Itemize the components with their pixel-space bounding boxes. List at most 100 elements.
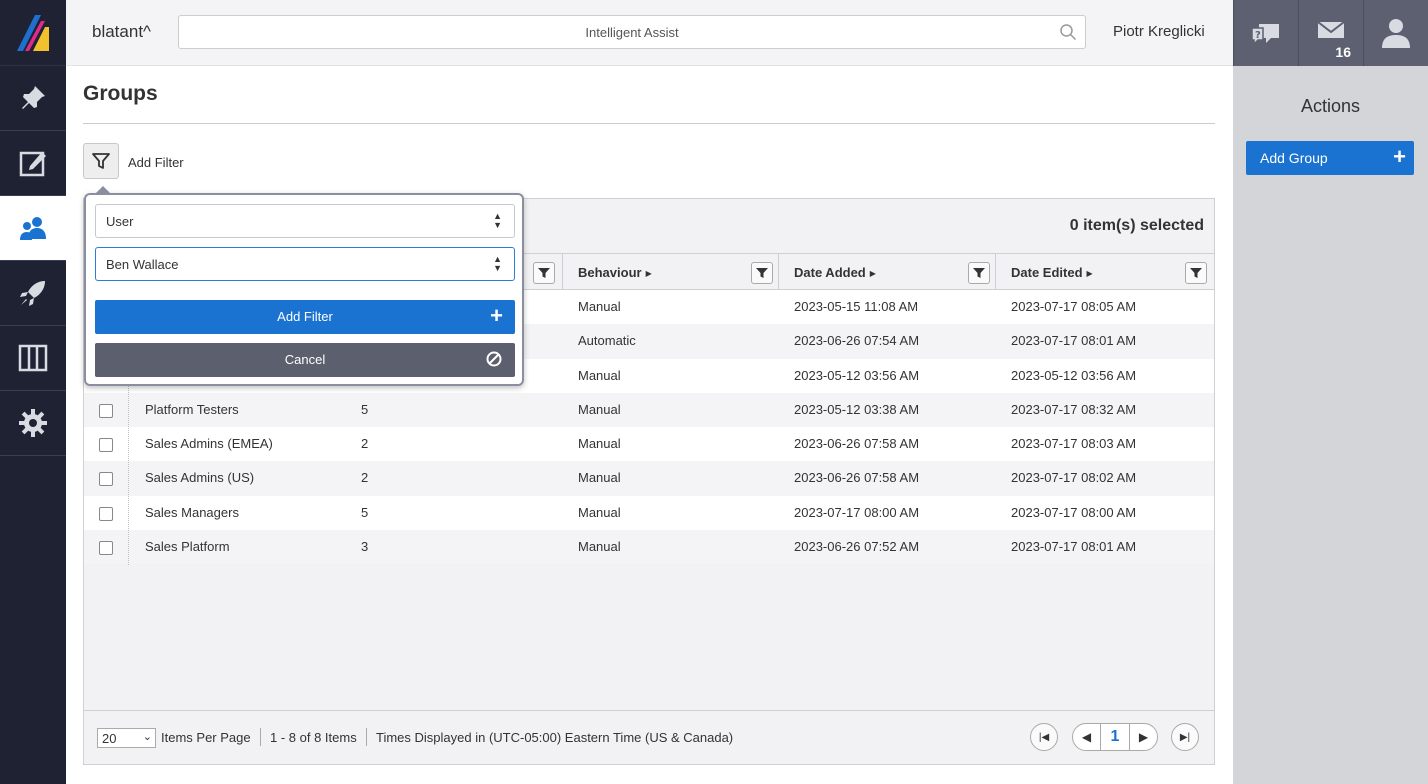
search-placeholder: Intelligent Assist	[585, 25, 679, 40]
member-count: 5	[361, 401, 369, 417]
popup-add-filter-label: Add Filter	[277, 309, 333, 324]
items-per-page-select[interactable]: 20 ⌄	[97, 728, 156, 748]
nav-groups[interactable]	[0, 196, 66, 261]
column-header-behaviour-label: Behaviour	[578, 265, 642, 280]
behaviour: Manual	[578, 539, 621, 555]
popup-add-filter-button[interactable]: Add Filter +	[95, 300, 515, 334]
date-edited: 2023-07-17 08:00 AM	[1011, 504, 1137, 520]
row-checkbox[interactable]	[99, 541, 113, 556]
table-row[interactable]: Sales Platform 3 Manual 2023-06-26 07:52 AM…	[84, 530, 1214, 565]
pin-icon	[22, 86, 45, 109]
date-edited-column-filter[interactable]	[1185, 262, 1207, 284]
date-edited: 2023-07-17 08:01 AM	[1011, 333, 1137, 349]
profile-button[interactable]	[1363, 0, 1428, 66]
logo-icon	[17, 14, 49, 51]
first-page-icon: |◀	[1038, 731, 1050, 743]
row-checkbox[interactable]	[99, 438, 113, 453]
table-row[interactable]: Sales Admins (EMEA) 2 Manual 2023-06-26 07:…	[84, 427, 1214, 462]
date-edited: 2023-07-17 08:32 AM	[1011, 401, 1137, 417]
add-filter-button[interactable]	[83, 143, 119, 179]
search-input[interactable]: Intelligent Assist	[178, 15, 1086, 49]
columns-icon	[18, 344, 48, 372]
nav-launch[interactable]	[0, 261, 66, 326]
row-checkbox[interactable]	[99, 506, 113, 521]
date-added-column-filter[interactable]	[968, 262, 990, 284]
nav-settings[interactable]	[0, 391, 66, 456]
filter-value-select[interactable]: Ben Wallace ▲ ▼	[95, 247, 515, 281]
filter-value-value: Ben Wallace	[106, 257, 179, 272]
add-group-button[interactable]: Add Group +	[1246, 141, 1414, 175]
app-logo[interactable]	[0, 0, 66, 66]
search-icon[interactable]	[1059, 23, 1077, 41]
date-added: 2023-06-26 07:52 AM	[794, 539, 920, 555]
gear-icon	[19, 409, 47, 437]
member-count: 2	[361, 470, 369, 486]
last-page-button[interactable]: ▶|	[1171, 723, 1199, 751]
date-edited: 2023-05-12 03:56 AM	[1011, 367, 1137, 383]
popup-cancel-button[interactable]: Cancel	[95, 343, 515, 377]
next-page-button[interactable]: ▶	[1129, 724, 1157, 750]
member-count: 3	[361, 539, 369, 555]
table-row[interactable]: Sales Managers 5 Manual 2023-07-17 08:00 AM…	[84, 495, 1214, 531]
actions-panel: Actions Add Group +	[1233, 66, 1428, 784]
brand-name: blatant^	[92, 22, 152, 41]
user-name[interactable]: Piotr Kreglicki	[1113, 23, 1205, 40]
messages-button[interactable]: 16	[1298, 0, 1363, 66]
footer-separator	[260, 728, 261, 746]
date-edited: 2023-07-17 08:01 AM	[1011, 539, 1137, 555]
nav-edit[interactable]	[0, 131, 66, 196]
grid-footer: 20 ⌄ Items Per Page 1 - 8 of 8 Items Tim…	[84, 710, 1214, 764]
help-chat-button[interactable]: ?	[1233, 0, 1298, 66]
filter-field-value: User	[106, 214, 134, 229]
group-name: Platform Testers	[145, 401, 239, 417]
behaviour: Manual	[578, 436, 621, 452]
members-column-filter[interactable]	[533, 262, 555, 284]
date-added: 2023-05-15 11:08 AM	[794, 299, 919, 314]
add-group-label: Add Group	[1260, 150, 1328, 166]
user-icon	[1382, 19, 1410, 48]
current-page-number[interactable]: 1	[1101, 728, 1129, 746]
popup-caret	[95, 186, 111, 194]
date-edited: 2023-07-17 08:05 AM	[1011, 299, 1137, 314]
sort-arrow-icon: ▶	[869, 269, 876, 278]
top-right-buttons: ? 16	[1233, 0, 1428, 66]
last-page-icon: ▶|	[1179, 731, 1191, 743]
first-page-button[interactable]: |◀	[1030, 723, 1058, 751]
funnel-icon	[1190, 268, 1202, 278]
group-name: Sales Admins (EMEA)	[145, 436, 273, 452]
column-header-behaviour[interactable]: Behaviour ▶	[562, 254, 779, 291]
table-row[interactable]: Platform Testers 5 Manual 2023-05-12 03:38 …	[84, 392, 1214, 428]
actions-title: Actions	[1300, 96, 1361, 116]
date-added: 2023-07-17 08:00 AM	[794, 504, 920, 520]
timezone-info: Times Displayed in (UTC-05:00) Eastern T…	[376, 730, 734, 745]
behaviour: Manual	[578, 504, 621, 520]
filter-field-select[interactable]: User ▲ ▼	[95, 204, 515, 238]
prev-page-button[interactable]: ◀	[1073, 724, 1101, 750]
add-filter-label[interactable]: Add Filter	[128, 155, 184, 170]
users-icon	[20, 217, 46, 240]
pager-group: ◀ 1 ▶	[1072, 723, 1158, 751]
column-header-date-added[interactable]: Date Added ▶	[778, 254, 995, 291]
nav-pin[interactable]	[0, 66, 66, 131]
row-checkbox[interactable]	[99, 472, 113, 487]
funnel-icon	[973, 268, 985, 278]
behaviour: Manual	[578, 401, 621, 417]
date-edited: 2023-07-17 08:03 AM	[1011, 436, 1137, 452]
member-count: 5	[361, 504, 369, 520]
caret-left-icon: ◀	[1081, 730, 1092, 744]
table-row[interactable]: Sales Admins (US) 2 Manual 2023-06-26 07:58…	[84, 461, 1214, 496]
date-added: 2023-06-26 07:58 AM	[794, 470, 920, 486]
add-filter-popup: User ▲ ▼ Ben Wallace ▲ ▼ Add Filter + Canc…	[84, 186, 524, 386]
ban-icon	[486, 351, 502, 367]
updown-icon: ▲ ▼	[493, 211, 502, 230]
funnel-icon	[92, 153, 110, 169]
title-divider	[83, 123, 1215, 124]
column-header-date-edited[interactable]: Date Edited ▶	[995, 254, 1214, 291]
date-added: 2023-05-12 03:56 AM	[794, 367, 920, 383]
behaviour-column-filter[interactable]	[751, 262, 773, 284]
page-title: Groups	[83, 82, 158, 105]
behaviour: Manual	[578, 367, 621, 383]
nav-columns[interactable]	[0, 326, 66, 391]
group-name: Sales Admins (US)	[145, 470, 255, 486]
row-checkbox[interactable]	[99, 403, 113, 418]
